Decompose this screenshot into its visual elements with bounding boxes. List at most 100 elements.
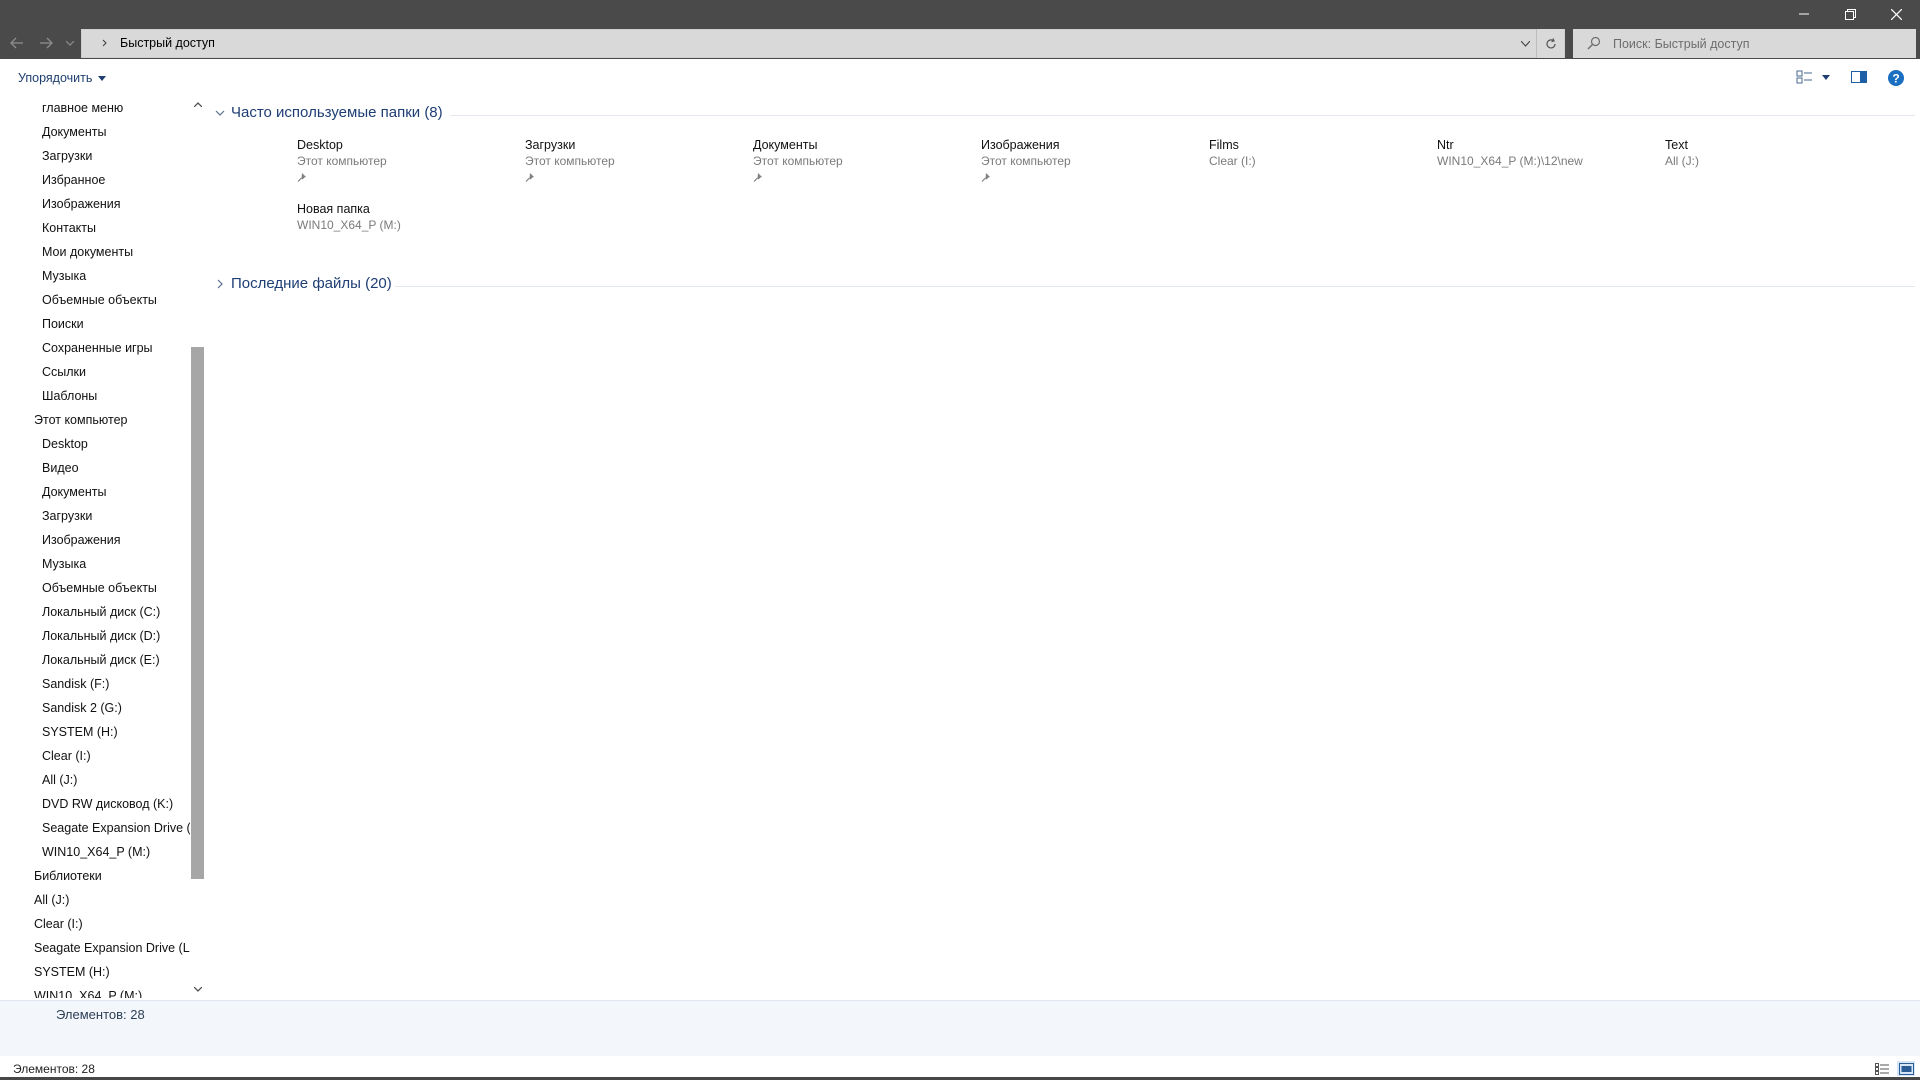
back-button[interactable] (5, 31, 29, 55)
organize-label: Упорядочить (18, 71, 93, 85)
nav-item[interactable]: WIN10_X64_P (M:) (0, 840, 188, 864)
folder-location: Этот компьютер (981, 154, 1071, 168)
folder-location: Этот компьютер (297, 154, 387, 168)
nav-item[interactable]: Ссылки (0, 360, 188, 384)
details-view-button[interactable] (1873, 1061, 1891, 1076)
folder-tile[interactable]: Изображения Этот компьютер (981, 138, 1181, 185)
restore-button[interactable] (1827, 0, 1873, 28)
folder-tile[interactable]: Документы Этот компьютер (753, 138, 953, 185)
nav-item[interactable]: Clear (I:) (0, 744, 188, 768)
organize-button[interactable]: Упорядочить (18, 71, 107, 85)
folder-tile[interactable]: Films Clear (I:) (1209, 138, 1409, 170)
view-options-dropdown-icon (1822, 75, 1830, 80)
change-view-icon (1796, 70, 1812, 84)
forward-button[interactable] (34, 31, 58, 55)
details-view-icon (1874, 1062, 1889, 1075)
nav-item[interactable]: DVD RW дисковод (K:) (0, 792, 188, 816)
group-title-recent: Последние файлы (20) (231, 275, 392, 292)
recent-locations-button[interactable] (61, 31, 79, 55)
nav-item[interactable]: Локальный диск (E:) (0, 648, 188, 672)
navigation-pane[interactable]: главное меню Документы Загрузки Избранное Из… (0, 96, 190, 998)
nav-item[interactable]: SYSTEM (H:) (0, 960, 188, 984)
nav-item[interactable]: Библиотеки (0, 864, 188, 888)
pin-icon[interactable] (981, 172, 991, 182)
nav-item[interactable]: Desktop (0, 432, 188, 456)
nav-item[interactable]: Музыка (0, 552, 188, 576)
scroll-down-icon (193, 987, 202, 992)
folder-tile[interactable]: Ntr WIN10_X64_P (M:)\12\new (1437, 138, 1637, 170)
folder-location: Clear (I:) (1209, 154, 1256, 168)
preview-pane-button[interactable] (1850, 69, 1868, 85)
folder-name: Desktop (297, 138, 343, 152)
nav-item[interactable]: Поиски (0, 312, 188, 336)
pin-icon[interactable] (525, 172, 535, 182)
address-path[interactable]: Быстрый доступ (120, 36, 215, 50)
preview-pane-icon (1851, 71, 1867, 83)
scroll-down-button[interactable] (190, 981, 205, 998)
folder-tile[interactable]: Новая папка WIN10_X64_P (M:) (297, 202, 497, 234)
nav-item[interactable]: Документы (0, 120, 188, 144)
group-header-frequent[interactable]: Часто используемые папки (8) (215, 104, 443, 121)
search-box[interactable] (1573, 29, 1916, 58)
nav-item[interactable]: Seagate Expansion Drive (L:) (0, 936, 190, 960)
nav-item[interactable]: All (J:) (0, 888, 188, 912)
folder-location: WIN10_X64_P (M:) (297, 218, 401, 232)
search-input[interactable] (1611, 29, 1910, 58)
nav-item[interactable]: Избранное (0, 168, 188, 192)
pin-icon[interactable] (753, 172, 763, 182)
nav-item[interactable]: Sandisk 2 (G:) (0, 696, 188, 720)
chevron-down-icon (215, 110, 225, 116)
large-icons-view-button[interactable] (1897, 1061, 1915, 1076)
refresh-button[interactable] (1536, 29, 1564, 58)
nav-item[interactable]: Шаблоны (0, 384, 188, 408)
nav-item[interactable]: All (J:) (0, 768, 188, 792)
nav-item[interactable]: Музыка (0, 264, 188, 288)
nav-item[interactable]: Сохраненные игры (0, 336, 188, 360)
change-view-button[interactable] (1796, 69, 1814, 85)
nav-item[interactable]: Этот компьютер (0, 408, 188, 432)
nav-item[interactable]: Загрузки (0, 504, 188, 528)
folder-tile[interactable]: Загрузки Этот компьютер (525, 138, 725, 185)
group-divider (395, 286, 1915, 287)
nav-item[interactable]: Мои документы (0, 240, 188, 264)
svg-text:?: ? (1892, 72, 1899, 86)
address-dropdown-icon[interactable] (1521, 41, 1530, 47)
scrollbar-thumb[interactable] (191, 347, 204, 879)
nav-item[interactable]: Контакты (0, 216, 188, 240)
chevron-right-icon (217, 279, 223, 288)
nav-item[interactable]: Объемные объекты (0, 576, 188, 600)
nav-item[interactable]: Локальный диск (D:) (0, 624, 188, 648)
folder-tile[interactable]: Desktop Этот компьютер (297, 138, 497, 185)
nav-item[interactable]: Загрузки (0, 144, 188, 168)
group-header-recent[interactable]: Последние файлы (20) (215, 275, 392, 292)
nav-item[interactable]: Документы (0, 480, 188, 504)
nav-item[interactable]: WIN10_X64_P (M:) (0, 984, 188, 998)
nav-item[interactable]: главное меню (0, 96, 188, 120)
close-icon (1890, 8, 1902, 20)
nav-item[interactable]: Seagate Expansion Drive (L:) (0, 816, 190, 840)
navigation-scrollbar[interactable] (190, 96, 205, 998)
minimize-button[interactable] (1781, 0, 1827, 28)
help-icon: ? (1888, 70, 1904, 86)
navigation-bar: Быстрый доступ (0, 28, 1920, 59)
help-button[interactable]: ? (1887, 69, 1905, 87)
nav-item[interactable]: Локальный диск (C:) (0, 600, 188, 624)
view-options-dropdown[interactable] (1822, 75, 1830, 80)
close-button[interactable] (1873, 0, 1919, 28)
nav-item[interactable]: Видео (0, 456, 188, 480)
scroll-up-button[interactable] (190, 96, 205, 113)
pin-icon[interactable] (297, 172, 307, 182)
folder-name: Документы (753, 138, 818, 152)
nav-item[interactable]: SYSTEM (H:) (0, 720, 188, 744)
nav-item[interactable]: Clear (I:) (0, 912, 188, 936)
details-item-count: Элементов: 28 (56, 1007, 145, 1022)
nav-item[interactable]: Изображения (0, 192, 188, 216)
nav-item[interactable]: Sandisk (F:) (0, 672, 188, 696)
content-view[interactable]: Часто используемые папки (8) Desktop Этот… (205, 96, 1920, 998)
folder-tile[interactable]: Text All (J:) (1665, 138, 1865, 170)
nav-item[interactable]: Изображения (0, 528, 188, 552)
title-bar (0, 0, 1920, 28)
address-bar[interactable]: Быстрый доступ (81, 29, 1565, 58)
command-bar: Упорядочить ? (0, 66, 1920, 92)
nav-item[interactable]: Объемные объекты (0, 288, 188, 312)
